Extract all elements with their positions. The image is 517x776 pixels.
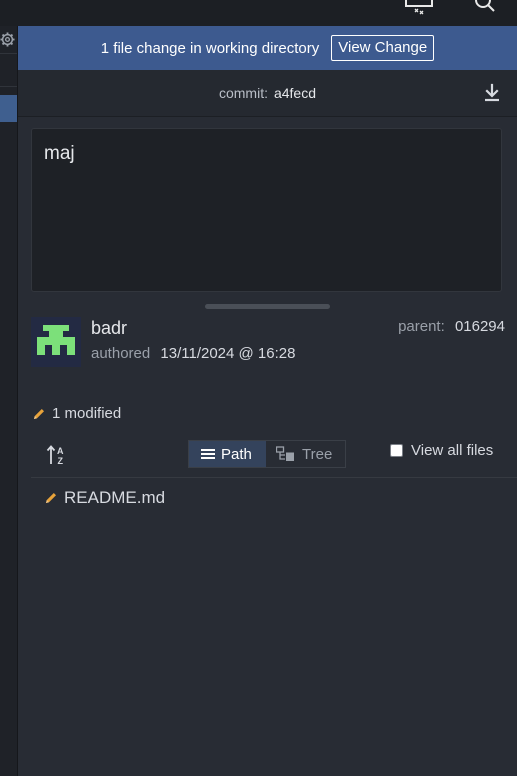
svg-text:Z: Z — [58, 456, 64, 466]
parent-sha[interactable]: 016294 — [455, 318, 505, 335]
avatar — [31, 317, 81, 367]
sidebar-divider — [0, 53, 17, 54]
file-list-item[interactable]: README.md — [44, 488, 165, 508]
tree-view-label: Tree — [302, 445, 333, 463]
app-window: 1 file change in working directory View … — [0, 0, 517, 776]
svg-text:A: A — [57, 446, 64, 456]
view-all-files-checkbox[interactable] — [390, 444, 403, 457]
gear-icon[interactable] — [0, 32, 15, 47]
view-all-files-option: View all files — [390, 442, 493, 459]
view-mode-toggle: Path Tree — [188, 440, 346, 468]
commit-label: commit: — [218, 85, 268, 101]
pencil-icon — [46, 493, 56, 503]
list-icon — [201, 449, 215, 459]
file-name: README.md — [64, 488, 166, 507]
working-directory-banner: 1 file change in working directory View … — [18, 26, 517, 70]
download-icon[interactable] — [483, 83, 501, 103]
parent-info: parent: 016294 — [398, 318, 505, 335]
commit-message-text: maj — [44, 143, 75, 164]
resize-handle[interactable] — [205, 304, 330, 309]
parent-label: parent: — [398, 318, 445, 335]
authored-label: authored — [91, 345, 151, 362]
view-all-files-label: View all files — [411, 442, 494, 459]
view-change-button[interactable]: View Change — [331, 35, 435, 61]
commit-message-box[interactable]: maj — [31, 128, 502, 292]
changes-summary: 1 modified — [32, 405, 121, 422]
tree-icon — [276, 446, 295, 461]
banner-message: 1 file change in working directory — [100, 39, 320, 57]
sidebar-selected-row[interactable] — [0, 95, 17, 122]
authored-date: 13/11/2024 @ 16:28 — [160, 345, 296, 362]
tree-view-button[interactable]: Tree — [266, 441, 345, 467]
commit-header: commit: a4fecd — [18, 70, 517, 117]
path-view-label: Path — [221, 445, 252, 463]
top-toolbar — [0, 0, 517, 26]
path-view-button[interactable]: Path — [189, 441, 267, 467]
search-icon[interactable] — [474, 0, 498, 20]
modified-count: 1 modified — [52, 405, 122, 422]
sidebar-divider — [0, 86, 17, 87]
authored-info: authored 13/11/2024 @ 16:28 — [91, 345, 295, 362]
author-name: badr — [91, 318, 128, 338]
network-icon[interactable] — [402, 0, 436, 20]
sort-alpha-icon[interactable]: A Z — [46, 443, 68, 467]
commit-detail-panel: 1 file change in working directory View … — [18, 26, 517, 776]
sidebar-edge — [0, 26, 18, 776]
commit-sha[interactable]: a4fecd — [274, 85, 316, 101]
file-list-divider — [31, 477, 517, 478]
pencil-icon — [34, 408, 44, 419]
